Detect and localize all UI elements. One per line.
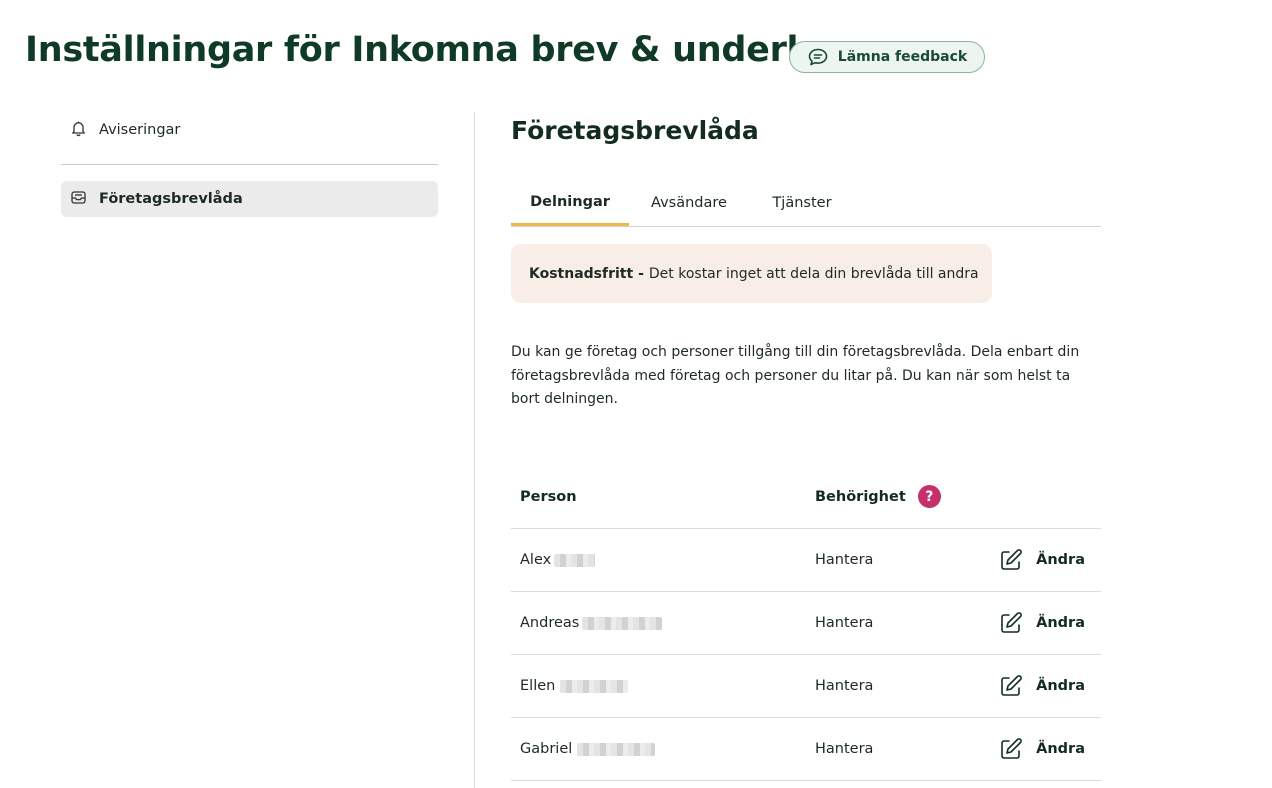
table-row: Gabriel Hantera Ändra	[511, 718, 1101, 781]
inbox-icon	[70, 189, 87, 210]
person-name-cell: Alex	[520, 529, 596, 591]
redacted-surname	[577, 742, 656, 756]
info-banner-text: Det kostar inget att dela din brevlåda t…	[648, 265, 979, 282]
edit-icon	[999, 548, 1023, 572]
edit-icon	[999, 674, 1023, 698]
vertical-divider	[474, 112, 475, 788]
edit-label: Ändra	[1036, 552, 1085, 568]
tab-bar: Delningar Avsändare Tjänster	[511, 180, 1101, 227]
person-name: Ellen	[520, 678, 556, 694]
sidebar-item-label: Företagsbrevlåda	[99, 191, 243, 207]
section-title: Företagsbrevlåda	[511, 116, 759, 145]
person-name: Andreas	[520, 615, 580, 631]
permission-cell: Hantera	[815, 678, 874, 694]
column-header-permission-label: Behörighet	[815, 488, 906, 505]
help-icon[interactable]: ?	[917, 485, 941, 508]
tab-delningar[interactable]: Delningar	[511, 180, 629, 226]
person-name-cell: Andreas	[520, 592, 663, 654]
person-name-cell: Ellen	[520, 655, 629, 717]
shares-table: Person Behörighet ? Alex Hantera Ändra A…	[511, 465, 1101, 781]
permission-cell: Hantera	[815, 741, 874, 757]
table-row: Alex Hantera Ändra	[511, 529, 1101, 592]
description-text: Du kan ge företag och personer tillgång …	[511, 344, 1080, 407]
edit-button[interactable]: Ändra	[999, 718, 1085, 780]
edit-label: Ändra	[1036, 615, 1085, 631]
redacted-surname	[554, 553, 596, 567]
edit-icon	[999, 611, 1023, 635]
chat-bubble-icon	[807, 47, 829, 67]
edit-label: Ändra	[1036, 678, 1085, 694]
feedback-label: Lämna feedback	[837, 49, 968, 65]
sidebar-item-label: Aviseringar	[99, 122, 181, 138]
edit-button[interactable]: Ändra	[999, 529, 1085, 591]
permission-cell: Hantera	[815, 615, 874, 631]
person-name-cell: Gabriel	[520, 718, 656, 780]
edit-button[interactable]: Ändra	[999, 655, 1085, 717]
person-name: Gabriel	[520, 741, 573, 757]
permission-cell: Hantera	[815, 552, 874, 568]
bell-icon	[70, 120, 87, 141]
redacted-surname	[560, 679, 629, 693]
table-header: Person Behörighet ?	[511, 465, 1101, 529]
table-row: Andreas Hantera Ändra	[511, 592, 1101, 655]
info-banner: Kostnadsfritt - Det kostar inget att del…	[511, 244, 992, 303]
edit-icon	[999, 737, 1023, 761]
edit-label: Ändra	[1036, 741, 1085, 757]
person-name: Alex	[520, 552, 552, 568]
feedback-button[interactable]: Lämna feedback	[789, 41, 985, 73]
info-banner-bold: Kostnadsfritt -	[529, 265, 644, 282]
table-row: Ellen Hantera Ändra	[511, 655, 1101, 718]
tab-tjanster[interactable]: Tjänster	[761, 180, 843, 226]
sidebar-item-foretagsbrevlada[interactable]: Företagsbrevlåda	[61, 181, 438, 217]
redacted-surname	[582, 616, 663, 630]
sidebar-item-aviseringar[interactable]: Aviseringar	[61, 112, 438, 148]
column-header-permission: Behörighet ?	[815, 465, 941, 528]
column-header-person: Person	[520, 488, 577, 505]
tab-avsandare[interactable]: Avsändare	[639, 180, 739, 226]
edit-button[interactable]: Ändra	[999, 592, 1085, 654]
sidebar-divider	[61, 164, 438, 165]
page-title: Inställningar för Inkomna brev & underla…	[25, 30, 847, 70]
